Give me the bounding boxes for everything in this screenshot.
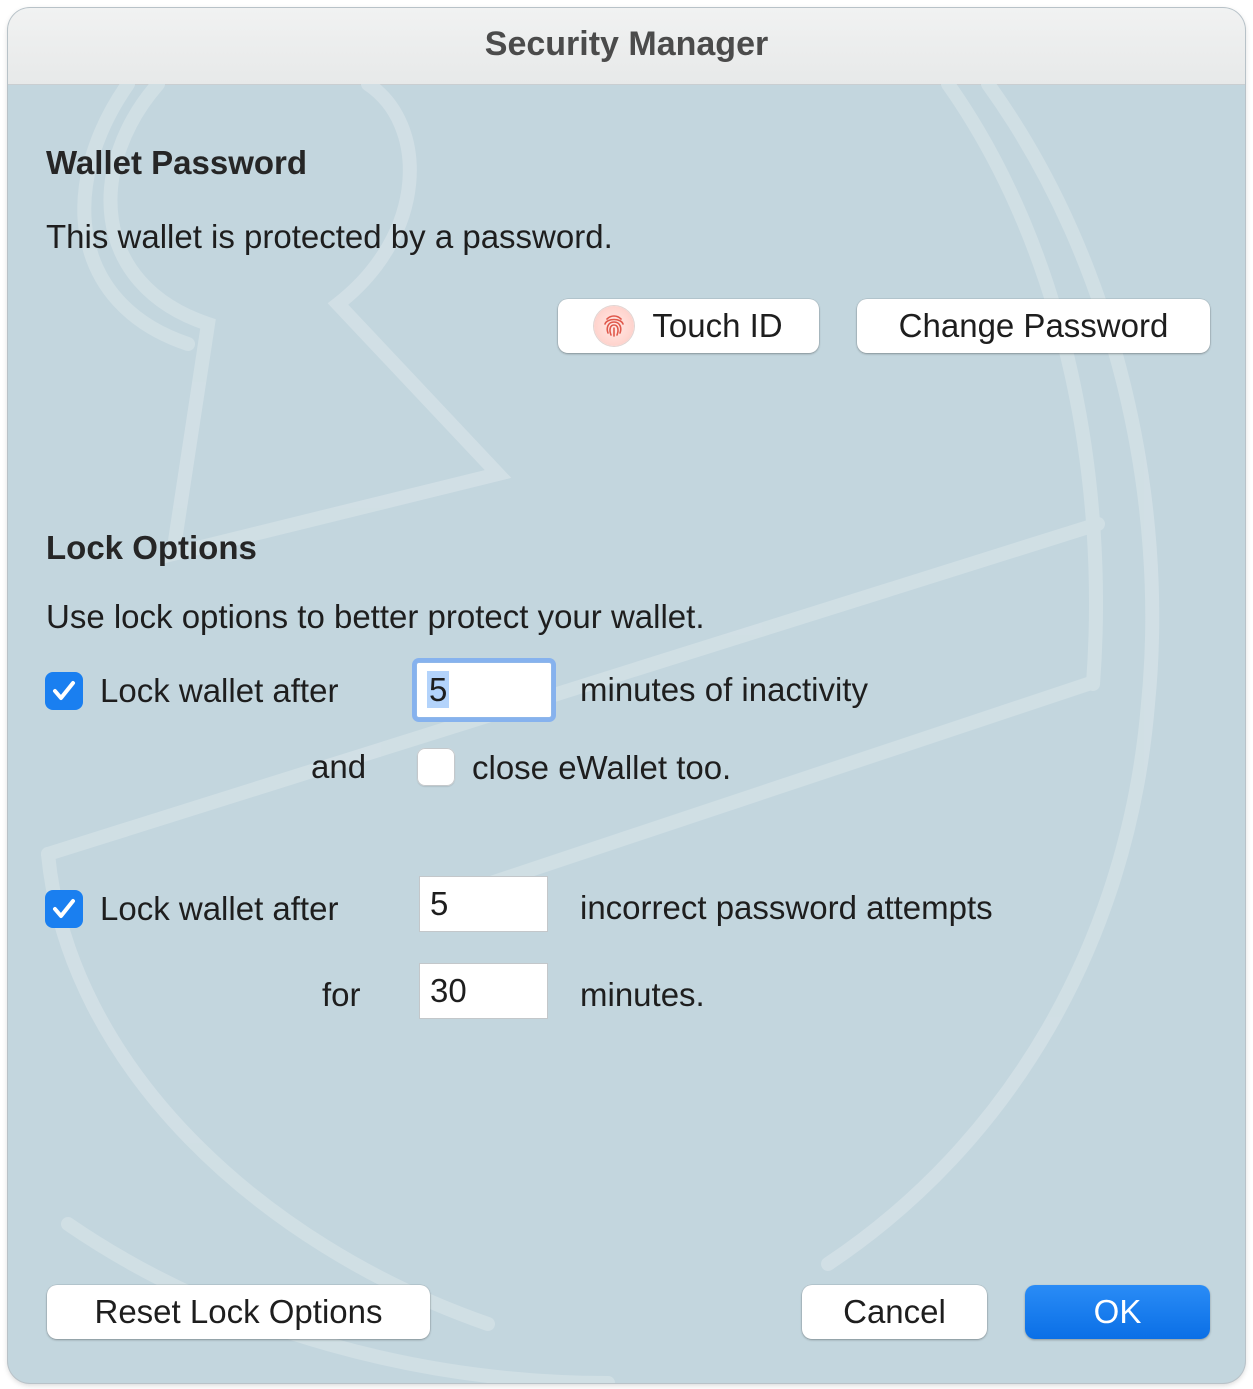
duration-suffix-label: minutes. [580, 976, 705, 1013]
cancel-label: Cancel [843, 1293, 946, 1330]
inactivity-suffix-label: minutes of inactivity [580, 671, 868, 708]
touch-id-label: Touch ID [652, 307, 783, 344]
lock-after-inactivity-label: Lock wallet after [100, 672, 339, 709]
attempts-count-input[interactable]: 5 [419, 876, 548, 932]
close-ewallet-checkbox[interactable] [417, 748, 455, 786]
inactivity-minutes-input[interactable]: 5 [416, 662, 552, 718]
checkmark-icon [53, 681, 75, 700]
ok-button[interactable]: OK [1025, 1285, 1210, 1339]
reset-lock-options-button[interactable]: Reset Lock Options [47, 1285, 430, 1339]
cancel-button[interactable]: Cancel [802, 1285, 987, 1339]
wallet-password-description: This wallet is protected by a password. [46, 218, 613, 255]
for-label: for [322, 976, 361, 1013]
and-label: and [311, 748, 367, 785]
lock-options-description: Use lock options to better protect your … [46, 598, 705, 635]
change-password-button[interactable]: Change Password [857, 299, 1210, 353]
security-manager-window: Security Manager Wallet Password This wa… [8, 8, 1245, 1383]
inactivity-minutes-value: 5 [427, 671, 450, 708]
attempts-count-value: 5 [430, 885, 449, 922]
checkmark-icon [53, 899, 75, 918]
attempts-suffix-label: incorrect password attempts [580, 889, 993, 926]
reset-lock-options-label: Reset Lock Options [94, 1293, 383, 1330]
lock-duration-input[interactable]: 30 [419, 963, 548, 1019]
fingerprint-icon [594, 306, 635, 346]
lock-duration-value: 30 [430, 972, 467, 1009]
ok-label: OK [1093, 1293, 1142, 1330]
lock-after-attempts-checkbox[interactable] [45, 890, 83, 928]
lock-after-attempts-label: Lock wallet after [100, 890, 339, 927]
lock-options-heading: Lock Options [46, 529, 257, 566]
change-password-label: Change Password [898, 307, 1169, 344]
touch-id-button[interactable]: Touch ID [558, 299, 819, 353]
wallet-password-heading: Wallet Password [46, 144, 308, 181]
close-ewallet-label: close eWallet too. [472, 749, 732, 786]
lock-after-inactivity-checkbox[interactable] [45, 672, 83, 710]
